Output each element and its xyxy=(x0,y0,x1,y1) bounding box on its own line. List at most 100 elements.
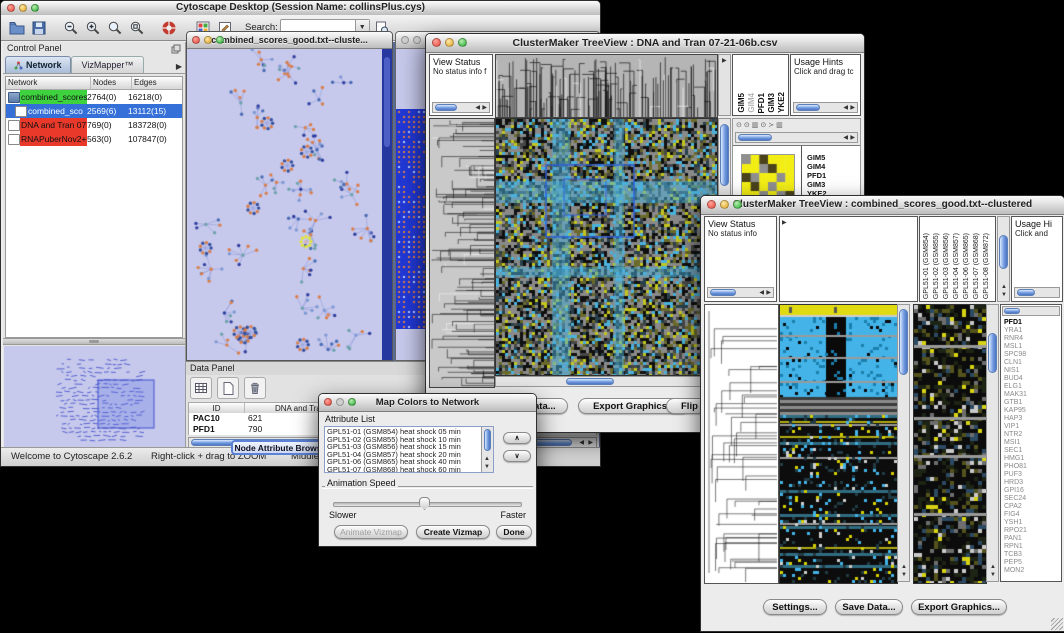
usage-hints-hscroll[interactable]: ◀ ▶ xyxy=(793,102,858,113)
scroll-left-icon[interactable]: ◀ xyxy=(475,104,480,113)
zoom-window-icon[interactable] xyxy=(733,200,742,209)
cytoscape-titlebar[interactable]: Cytoscape Desktop (Session Name: collins… xyxy=(1,1,600,16)
expand-icon[interactable]: ▶ xyxy=(782,219,787,228)
mini-export-icon[interactable]: ⊙ xyxy=(760,121,766,129)
mini-flip-icon[interactable]: ≻ xyxy=(768,121,774,129)
scroll-thumb[interactable] xyxy=(1017,289,1035,296)
network-view-titlebar[interactable]: combined_scores_good.txt--cluste... xyxy=(187,32,392,49)
tab-node-attribute-browser[interactable]: Node Attribute Brows xyxy=(231,440,325,455)
subpanel-hscroll[interactable]: ◀ ▶ xyxy=(735,132,858,143)
column-dendrogram-canvas[interactable] xyxy=(495,54,718,118)
view-status-hscroll[interactable]: ◀ ▶ xyxy=(432,102,490,113)
save-data-button[interactable]: Save Data... xyxy=(835,599,903,615)
close-icon[interactable] xyxy=(324,398,332,406)
network-list-row[interactable]: RNAPuberNov2+563(0)107847(0) xyxy=(6,132,182,146)
splitter-handle[interactable] xyxy=(3,338,185,345)
mini-settings-icon[interactable]: ▥ xyxy=(776,121,783,129)
secondary-heatmap-canvas[interactable] xyxy=(913,304,987,584)
col-nodes[interactable]: Nodes xyxy=(91,77,132,89)
zoom-out-icon[interactable] xyxy=(61,18,81,38)
scroll-thumb[interactable] xyxy=(484,429,491,451)
minimize-icon[interactable] xyxy=(204,36,212,44)
close-icon[interactable] xyxy=(192,36,200,44)
more-tabs-icon[interactable]: ▶ xyxy=(176,62,182,71)
close-icon[interactable] xyxy=(707,200,716,209)
zoom-window-icon[interactable] xyxy=(216,36,224,44)
zoom-fit-icon[interactable] xyxy=(127,18,147,38)
scroll-right-icon[interactable]: ▶ xyxy=(766,289,771,298)
scroll-thumb[interactable] xyxy=(720,124,729,186)
close-icon[interactable] xyxy=(7,4,15,12)
usage-hints-hscroll[interactable] xyxy=(1014,287,1060,298)
scroll-thumb[interactable] xyxy=(796,104,820,111)
scroll-down-icon[interactable]: ▼ xyxy=(990,571,996,580)
scroll-left-icon[interactable]: ◀ xyxy=(843,134,848,143)
column-tree-panel[interactable]: ▶ xyxy=(779,216,918,302)
help-lifering-icon[interactable] xyxy=(159,18,179,38)
trash-icon[interactable] xyxy=(244,377,266,399)
move-up-button[interactable]: ∧ xyxy=(503,432,531,444)
attribute-items[interactable]: GPL51-01 (GSM854) heat shock 05 minGPL51… xyxy=(325,428,482,473)
scroll-right-icon[interactable]: ▶ xyxy=(482,104,487,113)
heatmap-canvas[interactable] xyxy=(779,304,898,584)
treeview1-titlebar[interactable]: ClusterMaker TreeView : DNA and Tran 07-… xyxy=(426,34,864,53)
tab-vizmapper[interactable]: VizMapper™ xyxy=(71,56,145,73)
table-grid-icon[interactable] xyxy=(190,377,212,399)
scroll-thumb[interactable] xyxy=(999,235,1008,269)
scroll-down-icon[interactable]: ▼ xyxy=(484,463,490,472)
resize-grip[interactable] xyxy=(1051,618,1063,630)
row-dendrogram-canvas[interactable] xyxy=(704,304,779,584)
secondary-vscroll[interactable]: ▲ ▼ xyxy=(986,304,999,582)
scroll-left-icon[interactable]: ◀ xyxy=(759,289,764,298)
scroll-thumb[interactable] xyxy=(435,104,457,111)
heatmap-vscroll[interactable]: ▲ ▼ xyxy=(897,304,910,582)
scroll-thumb[interactable] xyxy=(1004,308,1020,314)
minimize-icon[interactable] xyxy=(445,38,454,47)
zoom-in-icon[interactable] xyxy=(83,18,103,38)
zoom-window-icon[interactable] xyxy=(31,4,39,12)
close-icon[interactable] xyxy=(401,36,409,44)
treeview2-titlebar[interactable]: ClusterMaker TreeView : combined_scores_… xyxy=(701,196,1064,215)
dialog-titlebar[interactable]: Map Colors to Network xyxy=(319,394,536,412)
animate-vizmap-button[interactable]: Animate Vizmap xyxy=(334,525,408,539)
zoom-selected-icon[interactable] xyxy=(105,18,125,38)
scroll-down-icon[interactable]: ▼ xyxy=(1001,291,1007,300)
tab-network[interactable]: Network xyxy=(5,56,71,73)
scroll-thumb[interactable] xyxy=(988,333,997,373)
network-overview-canvas[interactable] xyxy=(4,346,185,448)
scroll-thumb[interactable] xyxy=(710,289,736,296)
minimize-icon[interactable] xyxy=(19,4,27,12)
row-dendrogram-canvas[interactable] xyxy=(429,118,495,388)
network-list-row[interactable]: combined_sco2569(6)13112(15) xyxy=(6,104,182,118)
heatmap-hscroll[interactable]: ◀ ▶ xyxy=(495,376,718,387)
minimize-icon[interactable] xyxy=(413,36,421,44)
export-graphics-button[interactable]: Export Graphics... xyxy=(911,599,1007,615)
mini-search-icon[interactable]: ⊙ xyxy=(744,121,750,129)
mini-copy-icon[interactable]: ▥ xyxy=(752,121,759,129)
col-network[interactable]: Network xyxy=(6,77,91,89)
view-status-hscroll[interactable]: ◀ ▶ xyxy=(707,287,774,298)
gene-labels-hscroll[interactable] xyxy=(1002,306,1060,316)
scroll-right-icon[interactable]: ▶ xyxy=(850,104,855,113)
minimize-icon[interactable] xyxy=(336,398,344,406)
scroll-thumb[interactable] xyxy=(566,378,614,385)
network-canvas[interactable] xyxy=(188,49,383,360)
minimize-icon[interactable] xyxy=(720,200,729,209)
attribute-list[interactable]: GPL51-01 (GSM854) heat shock 05 minGPL51… xyxy=(324,426,494,473)
scroll-thumb[interactable] xyxy=(384,57,390,147)
create-vizmap-button[interactable]: Create Vizmap xyxy=(416,525,490,539)
network-vertical-scrollbar[interactable] xyxy=(382,49,392,360)
expand-icon[interactable]: ▶ xyxy=(722,57,727,66)
save-icon[interactable] xyxy=(29,18,49,38)
scroll-thumb[interactable] xyxy=(899,309,908,375)
new-document-icon[interactable] xyxy=(217,377,239,399)
attribute-item[interactable]: GPL51-07 (GSM868) heat shock 60 min xyxy=(325,466,482,473)
settings-button[interactable]: Settings... xyxy=(763,599,827,615)
done-button[interactable]: Done xyxy=(496,525,532,539)
zoom-window-icon[interactable] xyxy=(458,38,467,47)
column-labels-vscroll[interactable]: ▲ ▼ xyxy=(997,216,1010,302)
col-id[interactable]: ID xyxy=(189,403,245,413)
scroll-left-icon[interactable]: ◀ xyxy=(843,104,848,113)
move-down-button[interactable]: ∨ xyxy=(503,450,531,462)
network-list-row[interactable]: DNA and Tran 07769(0)183728(0) xyxy=(6,118,182,132)
